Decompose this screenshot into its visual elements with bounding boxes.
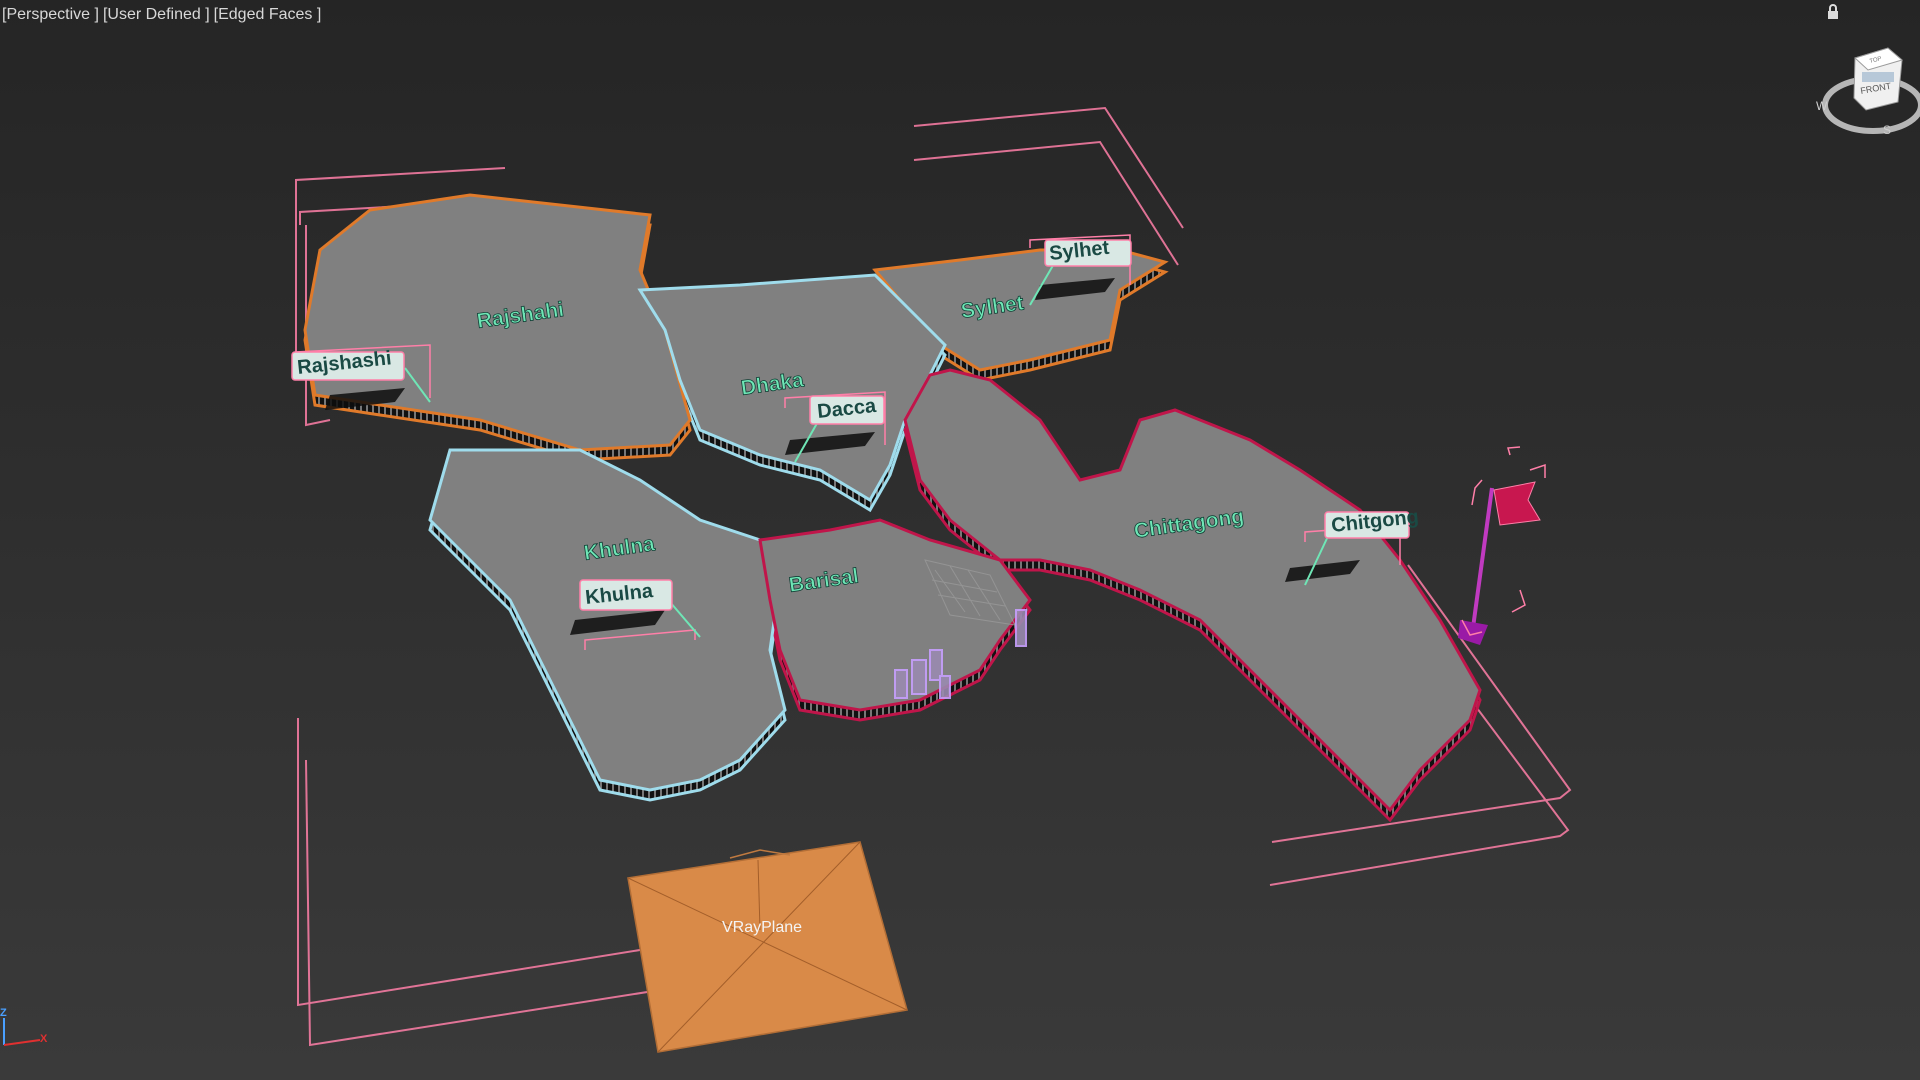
map-top-faces[interactable] — [303, 193, 1482, 813]
axis-tripod: Z X — [0, 1007, 48, 1046]
flag-object[interactable] — [1458, 446, 1546, 645]
compass-west-label: W — [1816, 99, 1828, 113]
vray-plane-label: VRayPlane — [722, 919, 802, 936]
view-cube[interactable]: FRONT TOP W S — [1816, 47, 1920, 137]
axis-z-label: Z — [0, 1007, 7, 1019]
vray-plane[interactable] — [627, 841, 908, 1053]
compass-south-label: S — [1883, 123, 1891, 137]
axis-x-label: X — [40, 1033, 48, 1045]
viewport-canvas[interactable]: Rajshashi Sylhet Dacca Khulna Chitgong R… — [0, 0, 1920, 1080]
